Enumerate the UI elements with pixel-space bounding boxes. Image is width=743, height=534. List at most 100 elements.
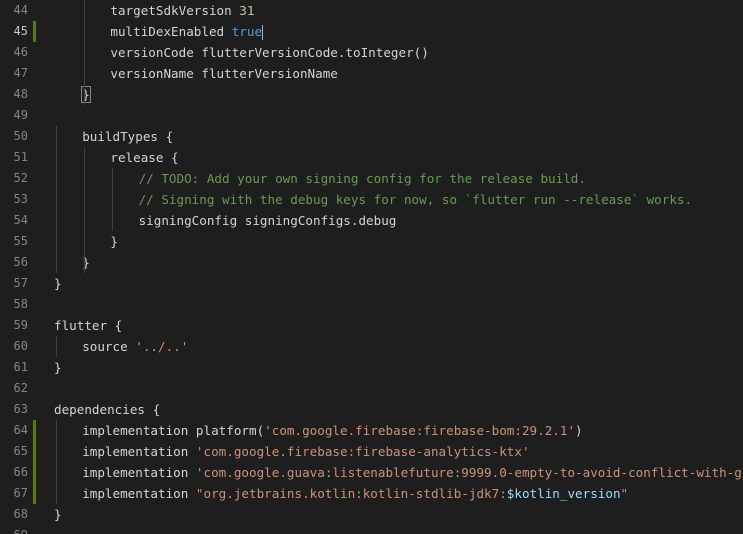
line-number: 64 <box>13 423 28 437</box>
line-number: 49 <box>13 108 28 122</box>
code-token: 'com.google.firebase:firebase-bom:29.2.1… <box>264 423 576 438</box>
code-token: 31 <box>239 3 255 18</box>
code-line[interactable]: 64 implementation platform('com.google.fi… <box>0 420 743 441</box>
code-token: versionName flutterVersionName <box>110 66 338 81</box>
line-number: 50 <box>13 129 28 143</box>
code-line[interactable]: 63 dependencies { <box>0 399 743 420</box>
code-token: buildTypes { <box>82 129 174 144</box>
code-line[interactable]: 45 multiDexEnabled true <box>0 21 743 42</box>
line-number: 53 <box>13 192 28 206</box>
code-token: source <box>82 339 136 354</box>
indent-guide <box>84 147 86 273</box>
code-token: 'com.google.guava:listenablefuture:9999.… <box>195 465 743 480</box>
code-line[interactable]: 49 <box>0 105 743 126</box>
code-line[interactable]: 68} <box>0 504 743 525</box>
git-modified-indicator[interactable] <box>33 441 36 462</box>
line-number: 65 <box>13 444 28 458</box>
indent-guide <box>84 0 86 105</box>
code-token: implementation <box>82 486 196 501</box>
code-text: multiDexEnabled true <box>110 21 264 42</box>
line-number: 57 <box>13 276 28 290</box>
code-text: source '../..' <box>82 336 188 357</box>
indent-guide <box>56 420 57 504</box>
code-token: signingConfig signingConfigs.debug <box>138 213 397 228</box>
indent-guide <box>56 126 57 273</box>
code-editor[interactable]: 44 targetSdkVersion 31 45 multiDexEnabled t… <box>0 0 743 534</box>
code-line[interactable]: 56} <box>0 252 743 273</box>
code-text: implementation "org.jetbrains.kotlin:kot… <box>82 483 628 504</box>
code-text: } <box>54 357 62 378</box>
code-text: implementation 'com.google.guava:listena… <box>82 462 743 483</box>
code-line[interactable]: 66 implementation 'com.google.guava:liste… <box>0 462 743 483</box>
code-line[interactable]: 67 implementation "org.jetbrains.kotlin:k… <box>0 483 743 504</box>
code-token: implementation <box>82 465 196 480</box>
line-number: 47 <box>13 66 28 80</box>
line-number: 56 <box>13 255 28 269</box>
line-number: 46 <box>13 45 28 59</box>
code-token: implementation <box>82 444 196 459</box>
code-line[interactable]: 44 targetSdkVersion 31 <box>0 0 743 21</box>
code-line[interactable]: 60 source '../..' <box>0 336 743 357</box>
code-line[interactable]: 48} <box>0 84 743 105</box>
line-number: 55 <box>13 234 28 248</box>
line-number: 45 <box>13 24 28 38</box>
code-line[interactable]: 46 versionCode flutterVersionCode.toInteg… <box>0 42 743 63</box>
code-text: } <box>54 273 62 294</box>
line-number: 63 <box>13 402 28 416</box>
code-text: targetSdkVersion 31 <box>110 0 254 21</box>
code-token: versionCode flutterVersionCode.toInteger… <box>110 45 429 60</box>
code-text: versionName flutterVersionName <box>110 63 337 84</box>
code-line[interactable]: 69 <box>0 525 743 534</box>
line-number: 52 <box>13 171 28 185</box>
line-number: 61 <box>13 360 28 374</box>
line-number: 60 <box>13 339 28 353</box>
code-token: multiDexEnabled <box>110 24 232 39</box>
code-token: ) <box>575 423 583 438</box>
code-token: "org.jetbrains.kotlin:kotlin-stdlib-jdk7… <box>195 486 507 501</box>
code-text: implementation platform('com.google.fire… <box>82 420 582 441</box>
code-token: $kotlin_version <box>506 486 621 501</box>
line-number: 68 <box>13 507 28 521</box>
line-number: 67 <box>13 486 28 500</box>
code-token: flutter { <box>54 318 123 333</box>
code-token: } <box>54 507 62 522</box>
line-number: 59 <box>13 318 28 332</box>
code-text: versionCode flutterVersionCode.toInteger… <box>110 42 428 63</box>
code-token: } <box>54 360 62 375</box>
code-line[interactable]: 50 buildTypes { <box>0 126 743 147</box>
code-line[interactable]: 62 <box>0 378 743 399</box>
code-token: implementation platform( <box>82 423 265 438</box>
code-text: // Signing with the debug keys for now, … <box>139 189 693 210</box>
code-token: '../..' <box>135 339 189 354</box>
code-line[interactable]: 51 release { <box>0 147 743 168</box>
code-token: // TODO: Add your own signing config for… <box>138 171 586 186</box>
code-token: // Signing with the debug keys for now, … <box>138 192 693 207</box>
code-token: true <box>231 24 263 39</box>
line-number: 66 <box>13 465 28 479</box>
code-token: dependencies { <box>54 402 161 417</box>
git-modified-indicator[interactable] <box>33 483 36 504</box>
code-line[interactable]: 59 flutter { <box>0 315 743 336</box>
code-line[interactable]: 65 implementation 'com.google.firebase:fi… <box>0 441 743 462</box>
code-line[interactable]: 55} <box>0 231 743 252</box>
code-text: flutter { <box>54 315 122 336</box>
code-token: targetSdkVersion <box>110 3 240 18</box>
code-line[interactable]: 57} <box>0 273 743 294</box>
code-line[interactable]: 58 <box>0 294 743 315</box>
line-number: 44 <box>13 3 28 17</box>
code-text: signingConfig signingConfigs.debug <box>139 210 397 231</box>
code-text: } <box>110 231 118 252</box>
line-number: 54 <box>13 213 28 227</box>
git-modified-indicator[interactable] <box>33 21 36 42</box>
git-modified-indicator[interactable] <box>33 420 36 441</box>
code-token: release { <box>110 150 179 165</box>
code-text: } <box>54 504 62 525</box>
code-line[interactable]: 47 versionName flutterVersionName <box>0 63 743 84</box>
indent-guide <box>56 336 57 357</box>
code-line[interactable]: 61} <box>0 357 743 378</box>
code-text: implementation 'com.google.firebase:fire… <box>82 441 529 462</box>
code-token: 'com.google.firebase:firebase-analytics-… <box>195 444 530 459</box>
git-modified-indicator[interactable] <box>33 462 36 483</box>
code-text: dependencies { <box>54 399 160 420</box>
code-text: // TODO: Add your own signing config for… <box>139 168 586 189</box>
